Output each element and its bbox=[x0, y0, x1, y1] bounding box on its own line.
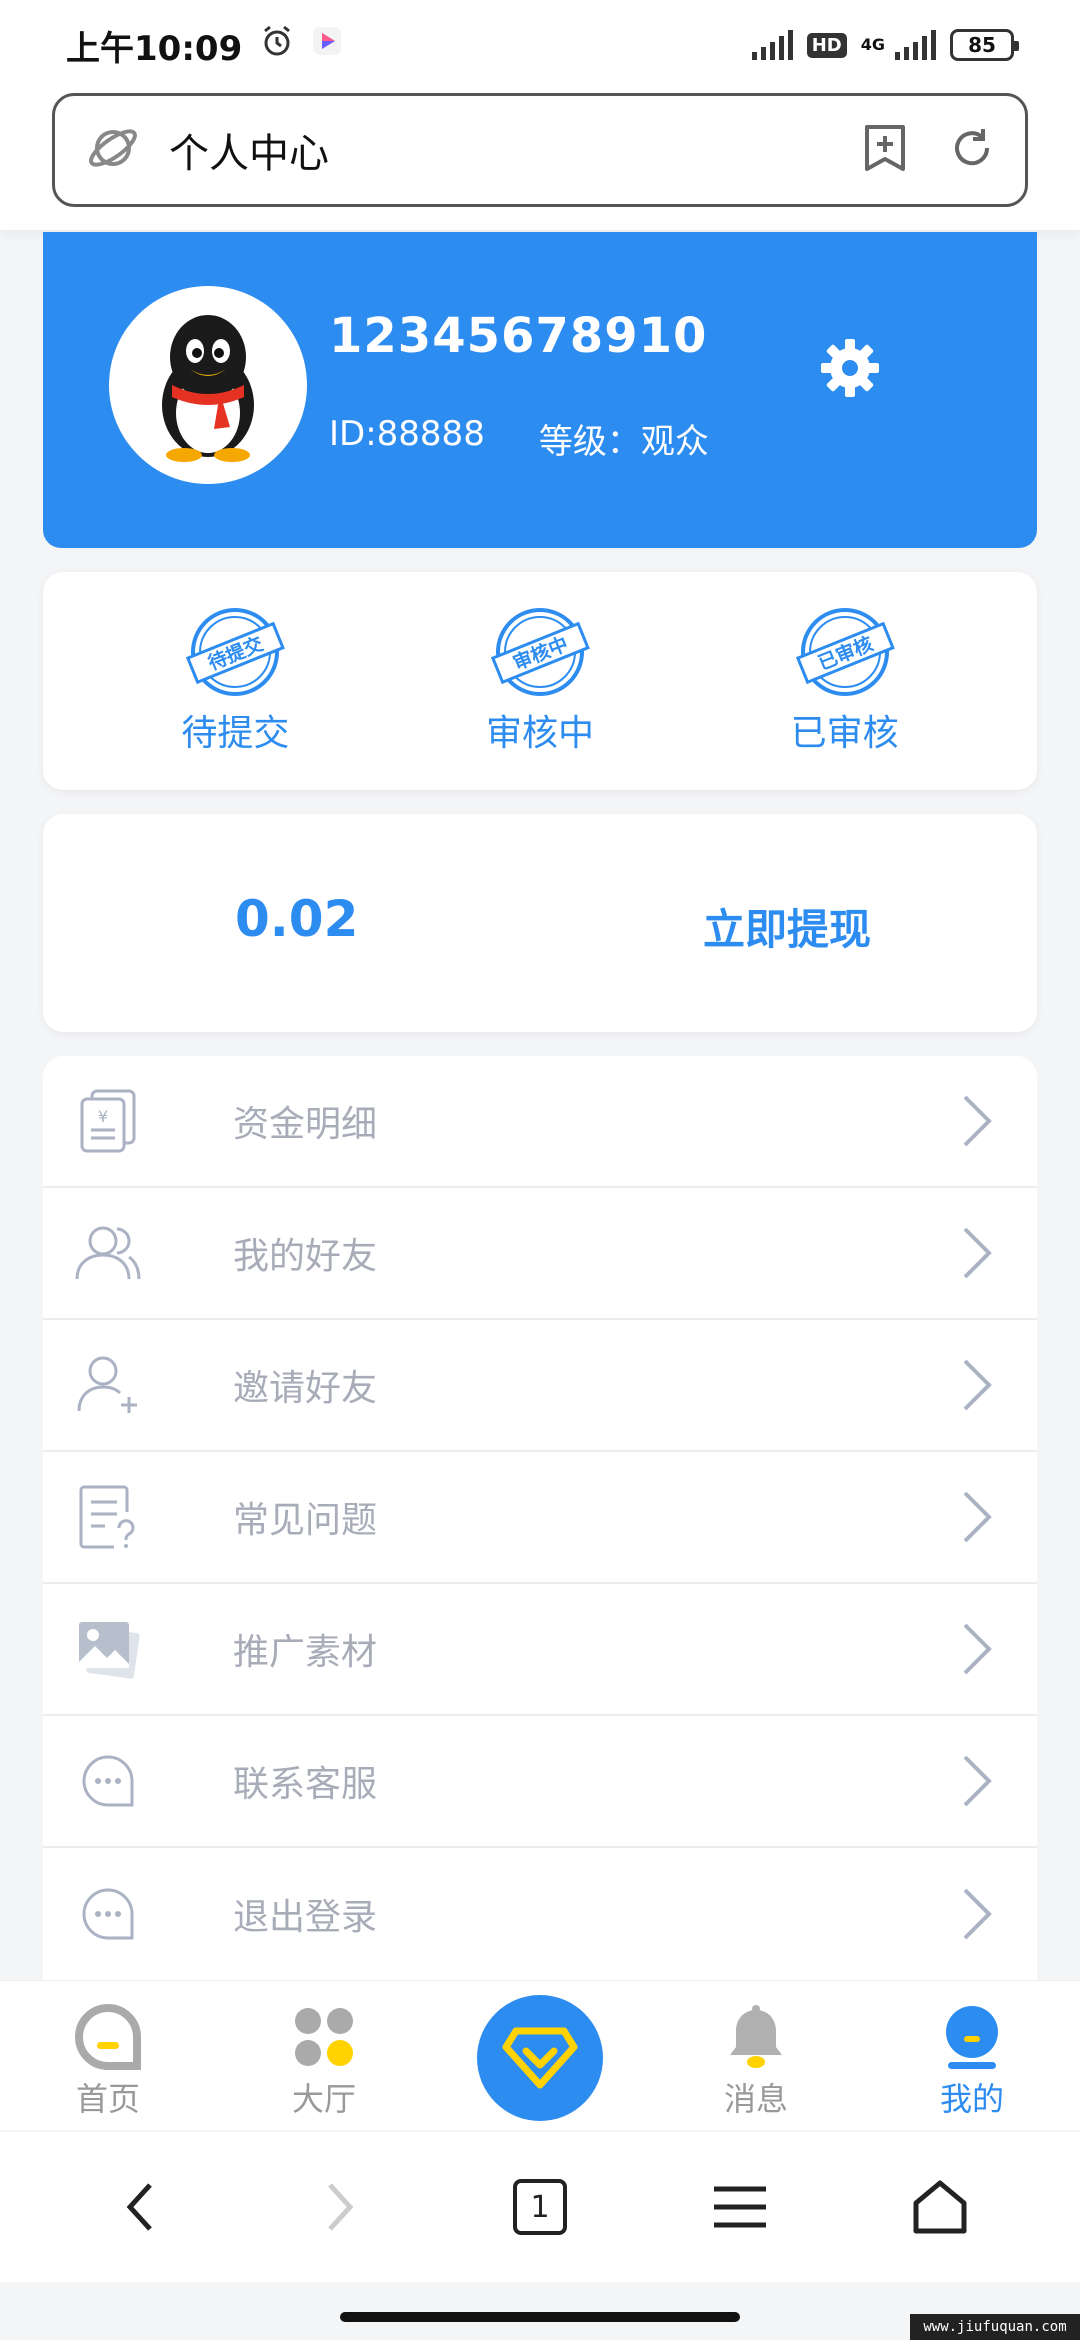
home-icon bbox=[913, 2180, 967, 2234]
address-bar[interactable]: 个人中心 bbox=[52, 93, 1028, 207]
audit-label: 已审核 bbox=[790, 713, 899, 754]
stamp-pending-icon: 待提交 bbox=[186, 608, 286, 696]
signal-icon bbox=[751, 30, 793, 60]
home-button[interactable] bbox=[900, 2167, 980, 2247]
user-meta: ID:88888 等级：观众 bbox=[329, 414, 709, 463]
home-chat-icon bbox=[75, 2004, 141, 2070]
withdraw-button[interactable]: 立即提现 bbox=[703, 896, 871, 957]
chevron-right-icon bbox=[957, 1487, 997, 1547]
chevron-right-icon bbox=[957, 1091, 997, 1151]
bottom-tab-bar: 首页 大厅 消息 我的 bbox=[0, 1980, 1080, 2130]
menu-label: 资金明细 bbox=[233, 1104, 378, 1145]
chevron-right-icon bbox=[328, 2183, 354, 2231]
tab-label: 大厅 bbox=[291, 2080, 356, 2118]
menu-label: 退出登录 bbox=[233, 1897, 378, 1938]
user-id: ID:88888 bbox=[329, 414, 485, 454]
diamond-icon bbox=[502, 2027, 578, 2089]
settings-button[interactable] bbox=[818, 336, 882, 400]
chat-icon bbox=[73, 1746, 143, 1816]
forward-button[interactable] bbox=[300, 2167, 380, 2247]
home-indicator[interactable] bbox=[340, 2312, 740, 2322]
stamp-reviewing-icon: 审核中 bbox=[490, 608, 590, 696]
menu-label: 我的好友 bbox=[233, 1236, 378, 1277]
audit-reviewing-item[interactable]: 审核中 审核中 bbox=[440, 606, 640, 756]
network-type: 4G bbox=[860, 35, 885, 54]
tab-label: 消息 bbox=[723, 2080, 788, 2118]
chevron-left-icon bbox=[126, 2183, 152, 2231]
status-time: 上午10:09 bbox=[66, 28, 243, 69]
menu-item-promo-materials[interactable]: 推广素材 bbox=[43, 1584, 1037, 1716]
tab-home[interactable]: 首页 bbox=[28, 2004, 188, 2120]
username: 12345678910 bbox=[329, 308, 708, 364]
audit-pending-item[interactable]: 待提交 待提交 bbox=[135, 606, 335, 756]
add-user-icon bbox=[73, 1350, 143, 1420]
menu-item-logout[interactable]: 退出登录 bbox=[43, 1848, 1037, 1980]
penguin-avatar-icon bbox=[162, 315, 254, 462]
hamburger-menu-icon bbox=[714, 2186, 766, 2228]
menu-label: 推广素材 bbox=[233, 1632, 378, 1673]
stamp-approved-icon: 已审核 bbox=[795, 608, 895, 696]
grid-dots-icon bbox=[295, 2008, 353, 2066]
tab-label: 我的 bbox=[939, 2080, 1004, 2118]
logout-chat-icon bbox=[73, 1879, 143, 1949]
avatar[interactable] bbox=[109, 286, 307, 484]
chevron-right-icon bbox=[957, 1355, 997, 1415]
menu-label: 联系客服 bbox=[233, 1764, 378, 1805]
page-title: 个人中心 bbox=[169, 131, 329, 177]
audit-approved-item[interactable]: 已审核 已审核 bbox=[745, 606, 945, 756]
menu-label: 常见问题 bbox=[233, 1500, 378, 1541]
profile-card: 12345678910 ID:88888 等级：观众 bbox=[43, 232, 1037, 548]
watermark: www.jiufuquan.com bbox=[910, 2314, 1080, 2340]
alarm-icon bbox=[260, 24, 294, 67]
menu-label: 邀请好友 bbox=[233, 1368, 378, 1409]
menu-item-my-friends[interactable]: 我的好友 bbox=[43, 1188, 1037, 1320]
signal-icon-2 bbox=[895, 30, 936, 60]
faq-icon bbox=[73, 1482, 143, 1552]
hd-badge: HD bbox=[806, 32, 847, 58]
bell-icon bbox=[730, 2005, 782, 2068]
center-diamond-button[interactable] bbox=[477, 1995, 603, 2121]
planet-icon bbox=[85, 120, 141, 180]
tab-label: 首页 bbox=[75, 2080, 140, 2118]
tab-count: 1 bbox=[513, 2179, 567, 2235]
audit-label: 待提交 bbox=[181, 713, 290, 754]
address-bar-container: 个人中心 bbox=[0, 90, 1080, 230]
refresh-icon[interactable] bbox=[949, 125, 995, 175]
bookmark-add-icon[interactable] bbox=[863, 123, 907, 177]
menu-item-faq[interactable]: 常见问题 bbox=[43, 1452, 1037, 1584]
svg-text:¥: ¥ bbox=[98, 1107, 108, 1126]
play-app-icon bbox=[312, 25, 342, 65]
user-level: 等级：观众 bbox=[538, 422, 709, 462]
menu-button[interactable] bbox=[700, 2167, 780, 2247]
battery-icon: 85 bbox=[950, 29, 1019, 61]
chevron-right-icon bbox=[957, 1223, 997, 1283]
images-icon bbox=[73, 1614, 143, 1684]
wallet-icon: ¥ bbox=[73, 1086, 143, 1156]
tab-messages[interactable]: 消息 bbox=[676, 2004, 836, 2120]
chevron-right-icon bbox=[957, 1619, 997, 1679]
withdraw-card: 0.02 立即提现 bbox=[43, 814, 1037, 1032]
menu-item-customer-service[interactable]: 联系客服 bbox=[43, 1716, 1037, 1848]
menu-list: ¥ 资金明细 我的好友 邀请好友 常见问题 推广素材 联系客服 退出登录 bbox=[43, 1056, 1037, 1980]
menu-item-fund-details[interactable]: ¥ 资金明细 bbox=[43, 1056, 1037, 1188]
back-button[interactable] bbox=[100, 2167, 180, 2247]
browser-nav-bar: 1 bbox=[0, 2132, 1080, 2282]
tab-mine[interactable]: 我的 bbox=[892, 2004, 1052, 2120]
audit-label: 审核中 bbox=[485, 713, 594, 754]
audit-status-card: 待提交 待提交 审核中 审核中 已审核 已审核 bbox=[43, 572, 1037, 790]
user-profile-icon bbox=[946, 2006, 998, 2069]
balance-amount: 0.02 bbox=[235, 890, 359, 948]
friends-icon bbox=[73, 1218, 143, 1288]
chevron-right-icon bbox=[957, 1751, 997, 1811]
gear-icon bbox=[821, 339, 879, 397]
tabs-button[interactable]: 1 bbox=[500, 2167, 580, 2247]
menu-item-invite-friends[interactable]: 邀请好友 bbox=[43, 1320, 1037, 1452]
status-bar: 上午10:09 HD 4G 85 bbox=[0, 0, 1080, 90]
tab-hall[interactable]: 大厅 bbox=[244, 2004, 404, 2120]
battery-level: 85 bbox=[968, 33, 996, 57]
chevron-right-icon bbox=[957, 1884, 997, 1944]
